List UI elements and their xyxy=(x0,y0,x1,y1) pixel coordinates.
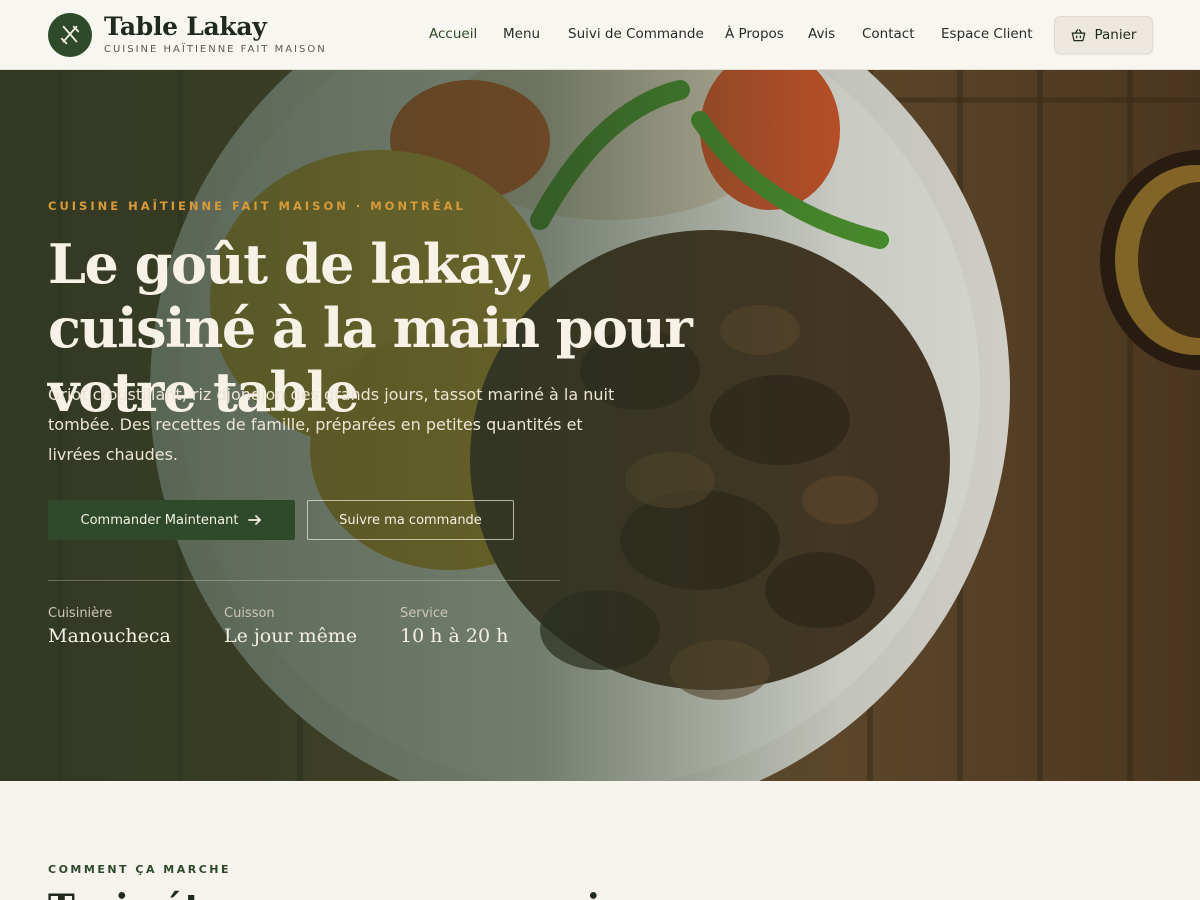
stat-cook: Cuisinière Manoucheca xyxy=(48,606,171,647)
track-order-button[interactable]: Suivre ma commande xyxy=(307,500,514,540)
order-now-label: Commander Maintenant xyxy=(80,512,239,528)
section-title: Trois étapes, aucune surprise xyxy=(48,887,644,900)
nav-accueil[interactable]: Accueil xyxy=(429,26,477,42)
stat-label: Service xyxy=(400,606,449,621)
cart-label: Panier xyxy=(1094,27,1137,43)
logo[interactable] xyxy=(48,13,92,57)
stat-cooking: Cuisson Le jour même xyxy=(224,606,357,647)
stat-value: Manoucheca xyxy=(48,625,171,647)
nav-avis[interactable]: Avis xyxy=(808,26,835,42)
hero-description: Griot croustillant, riz djondjon des gra… xyxy=(48,385,615,464)
arrow-right-icon xyxy=(248,515,262,525)
nav-espace-client[interactable]: Espace Client xyxy=(941,26,1033,42)
stat-label: Cuisson xyxy=(224,606,275,621)
nav-suivi-commande[interactable]: Suivi de Commande xyxy=(568,26,704,42)
hero-eyebrow: CUISINE HAÏTIENNE FAIT MAISON · MONTRÉAL xyxy=(48,199,466,213)
cart-button[interactable]: Panier xyxy=(1054,16,1153,54)
stat-value: 10 h à 20 h xyxy=(400,625,509,647)
nav-contact[interactable]: Contact xyxy=(862,26,915,42)
basket-icon xyxy=(1071,29,1085,42)
hero-divider xyxy=(48,580,560,581)
brand-name[interactable]: Table Lakay xyxy=(104,12,267,41)
hero: CUISINE HAÏTIENNE FAIT MAISON · MONTRÉAL… xyxy=(0,70,1200,781)
brand-tagline: CUISINE HAÏTIENNE FAIT MAISON xyxy=(104,44,327,55)
stat-service: Service 10 h à 20 h xyxy=(400,606,508,647)
how-it-works-section: COMMENT ÇA MARCHE Trois étapes, aucune s… xyxy=(0,781,1200,900)
stat-label: Cuisinière xyxy=(48,606,113,621)
nav-menu[interactable]: Menu xyxy=(503,26,540,42)
order-now-button[interactable]: Commander Maintenant xyxy=(48,500,295,540)
utensils-icon xyxy=(60,25,80,45)
site-header: Table Lakay CUISINE HAÏTIENNE FAIT MAISO… xyxy=(0,0,1200,70)
stat-value: Le jour même xyxy=(224,625,358,647)
section-eyebrow: COMMENT ÇA MARCHE xyxy=(48,863,232,876)
nav-a-propos[interactable]: À Propos xyxy=(725,26,784,42)
